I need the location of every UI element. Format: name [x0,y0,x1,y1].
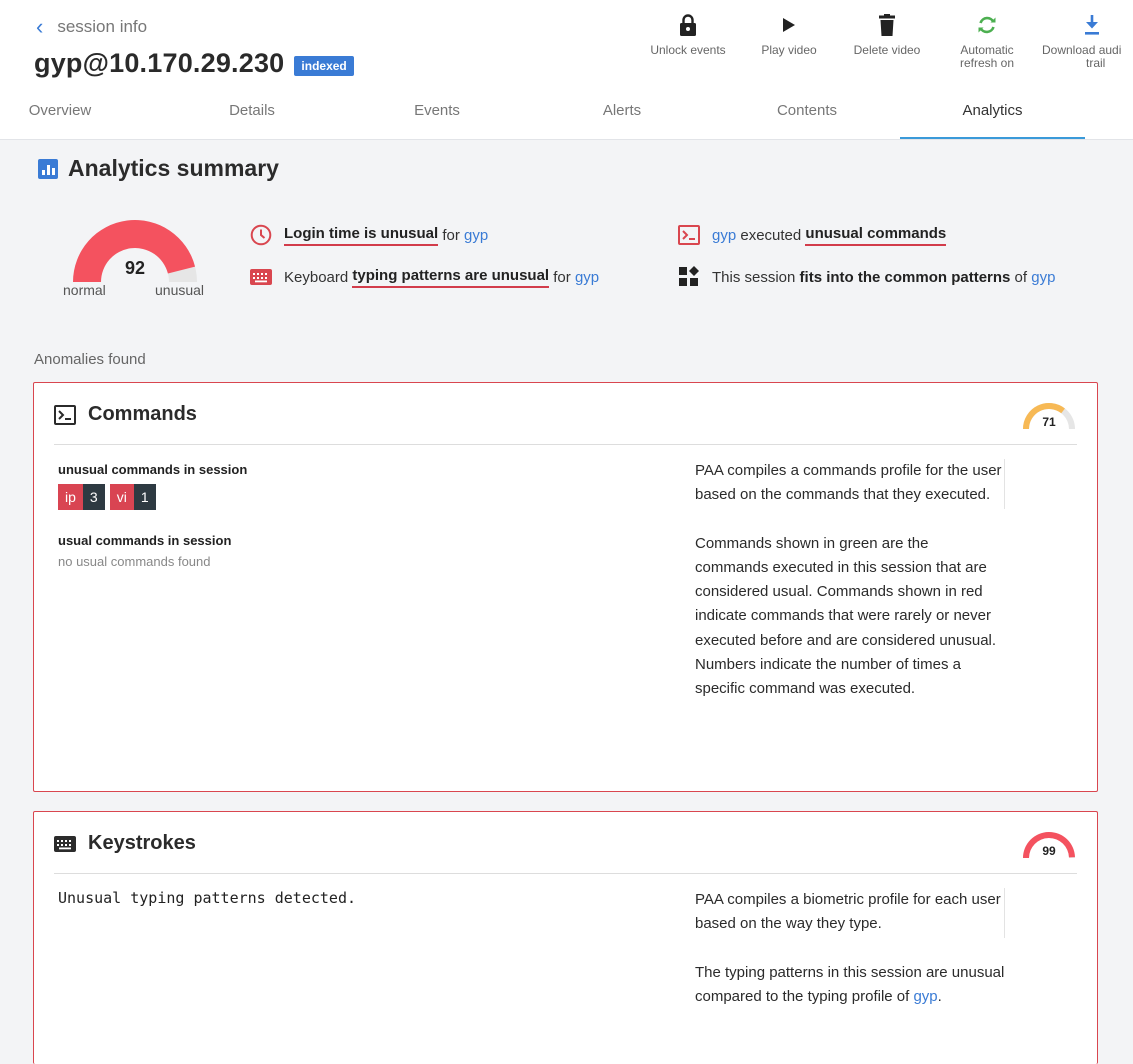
commands-card-title: Commands [54,403,197,426]
finding-patterns-text: fits into the common patterns [799,268,1011,286]
commands-card-header: Commands 71 [54,383,1077,445]
finding-commands-text: unusual commands [805,225,947,246]
refresh-icon [939,10,1035,40]
commands-card: Commands 71 unusual commands in session … [33,382,1098,792]
finding-login-mid: for [438,226,465,244]
anomalies-found-label: Anomalies found [34,351,146,368]
command-name: vi [109,484,134,510]
commands-description: PAA compiles a commands profile for the … [695,459,1005,726]
analytics-summary-heading: Analytics summary [38,155,279,182]
finding-commands-mid: executed [736,226,806,244]
tab-bar: Overview Details Events Alerts Contents … [0,96,1133,140]
keystrokes-card-title: Keystrokes [54,832,196,855]
unusual-commands-heading: unusual commands in session [58,462,248,477]
session-header: ‹ session info gyp@10.170.29.230 indexed… [0,0,1133,140]
command-name: ip [58,484,83,510]
gauge-label-normal: normal [63,282,106,298]
commands-score-gauge: 71 [1021,401,1077,433]
command-count: 3 [82,484,105,510]
gauge-label-unusual: unusual [155,282,205,298]
commands-title-text: Commands [88,403,197,425]
delete-video-button[interactable]: Delete video [839,10,935,57]
commands-desc-p1: PAA compiles a commands profile for the … [695,462,1002,504]
download-audit-trail-button[interactable]: Download audi trail [1038,10,1133,70]
automatic-refresh-toggle[interactable]: Automatic refresh on [939,10,1035,70]
command-chip[interactable]: ip 3 [58,484,105,510]
keystrokes-description: PAA compiles a biometric profile for eac… [695,888,1005,1033]
tab-events[interactable]: Events [395,96,479,140]
commands-score-value: 71 [1042,415,1056,429]
risk-score-value: 92 [124,258,146,278]
keystrokes-desc-p2-end: . [937,987,942,1005]
download-label-2: trail [1086,56,1106,70]
analytics-summary-title: Analytics summary [68,155,279,181]
user-link[interactable]: gyp [712,227,736,244]
keystrokes-score-value: 99 [1042,844,1056,858]
description-divider [1004,888,1005,938]
toolbar: Unlock events Play video Delete video Au… [0,10,1133,90]
download-icon [1042,10,1133,40]
keystrokes-desc-p2-text: The typing patterns in this session are … [695,963,1005,1005]
tab-contents[interactable]: Contents [764,96,850,140]
terminal-icon [678,224,700,246]
keyboard-icon [54,835,76,852]
lock-icon [640,10,736,40]
tab-overview[interactable]: Overview [20,96,100,140]
play-icon [741,10,837,40]
unlock-events-button[interactable]: Unlock events [640,10,736,57]
keystrokes-card: Keystrokes 99 Unusual typing patterns de… [33,811,1098,1064]
finding-typing-patterns: Keyboard typing patterns are unusual for… [250,266,599,288]
keystrokes-title-text: Keystrokes [88,832,196,854]
play-video-label: Play video [761,43,817,57]
user-link[interactable]: gyp [913,988,937,1005]
finding-typing-pre: Keyboard [284,268,353,286]
user-link[interactable]: gyp [1031,269,1055,286]
finding-patterns-mid: of [1010,268,1032,286]
keystrokes-card-header: Keystrokes 99 [54,812,1077,874]
commands-desc-p2: Commands shown in green are the commands… [695,534,997,698]
finding-patterns-pre: This session [712,268,800,286]
unusual-commands-list: ip 3 vi 1 [58,484,161,510]
tab-alerts[interactable]: Alerts [580,96,664,140]
usual-commands-heading: usual commands in session [58,533,232,548]
keystrokes-score-gauge: 99 [1021,830,1077,862]
automatic-refresh-label-2: refresh on [959,56,1015,70]
trash-icon [839,10,935,40]
terminal-icon [54,404,76,425]
keystrokes-desc-p2: The typing patterns in this session are … [695,961,1005,1010]
clock-icon [250,224,272,246]
user-link[interactable]: gyp [464,227,488,244]
finding-unusual-commands: gyp executed unusual commands [678,224,947,246]
download-label-1: Download audi [1042,43,1122,57]
finding-login-time: Login time is unusual for gyp [250,224,488,246]
automatic-refresh-label-1: Automatic [960,43,1014,57]
finding-login-text: Login time is unusual [284,225,439,246]
finding-common-patterns: This session fits into the common patter… [678,266,1055,288]
keystrokes-desc-p1: PAA compiles a biometric profile for eac… [695,891,1001,933]
risk-score-gauge: 92 normal unusual [60,214,230,304]
unlock-events-label: Unlock events [650,43,726,57]
bar-chart-icon [38,158,58,179]
keystrokes-message: Unusual typing patterns detected. [58,889,357,907]
command-count: 1 [133,484,156,510]
play-video-button[interactable]: Play video [741,10,837,57]
usual-commands-empty: no usual commands found [58,554,211,569]
delete-video-label: Delete video [853,43,921,57]
tab-details[interactable]: Details [210,96,294,140]
keyboard-icon [250,266,272,288]
description-divider [1004,459,1005,509]
finding-typing-text: typing patterns are unusual [352,267,550,288]
command-chip[interactable]: vi 1 [109,484,156,510]
widgets-icon [678,266,700,288]
tab-analytics[interactable]: Analytics [900,96,1085,140]
finding-typing-mid: for [549,268,575,286]
user-link[interactable]: gyp [575,269,599,286]
